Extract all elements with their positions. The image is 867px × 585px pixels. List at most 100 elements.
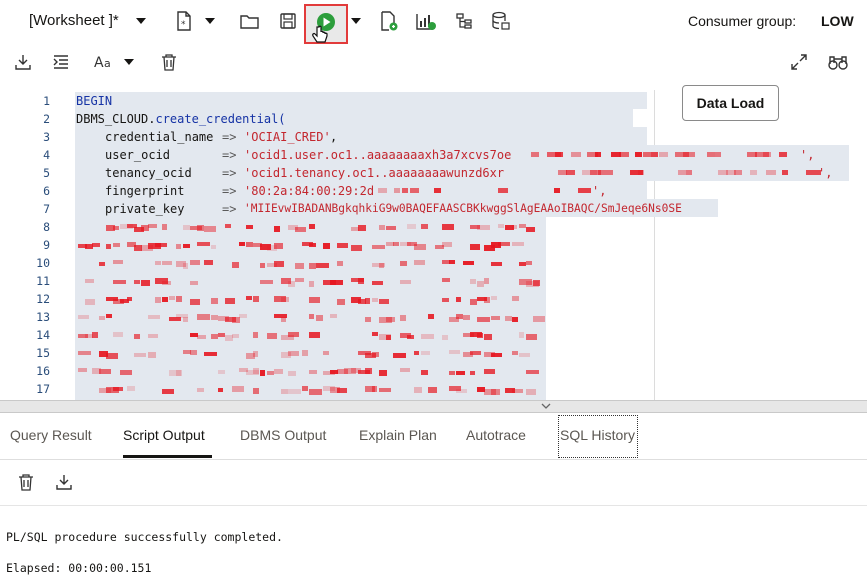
redaction-pixel [92,332,98,338]
redaction-pixel [162,281,171,285]
redaction-pixel [782,170,788,175]
redaction-pixel [239,242,245,246]
pane-splitter[interactable] [0,400,867,413]
redaction-pixel [555,152,563,157]
redaction-pixel [414,244,426,250]
clear-output-trash-icon[interactable] [15,471,37,493]
redaction-pixel [288,389,301,394]
redaction-pixel [337,261,343,266]
redaction-pixel [309,314,314,319]
redaction-pixel [99,316,105,320]
redaction-pixel [619,152,629,157]
expand-icon[interactable] [788,51,810,73]
tab-dbms-output[interactable]: DBMS Output [240,427,326,443]
redaction-pixel [365,317,371,322]
new-worksheet-icon[interactable]: * [174,10,194,32]
redaction-pixel [414,387,422,393]
redaction-pixel [491,262,502,266]
line-number: 3 [43,130,50,144]
trash-icon[interactable] [158,51,180,73]
redaction-pixel [127,386,135,391]
redaction-pixel [477,317,490,322]
explain-icon[interactable] [378,10,400,32]
redaction-pixel [281,389,288,394]
redaction-pixel [162,224,167,230]
code-line-6-value: '80:2a:84:00:29:2d [244,184,375,198]
download-icon[interactable] [12,51,34,73]
line-number: 11 [36,274,50,288]
database-icon[interactable] [490,10,512,32]
redaction-pixel [288,351,299,356]
redaction-pixel [533,280,540,286]
tree-icon[interactable] [453,10,475,32]
redaction-pixel [253,388,259,394]
redaction-pixel [578,188,591,193]
output-message: PL/SQL procedure successfully completed. [6,530,283,544]
code-editor[interactable]: 1 2 3 4 5 6 7 8 9 10 11 12 13 14 15 16 1… [0,90,867,400]
tab-autotrace[interactable]: Autotrace [466,427,526,443]
redaction-pixel [386,317,395,322]
redaction-pixel [211,245,216,249]
redaction-pixel [351,245,362,251]
redaction-pixel [651,152,658,157]
redaction-pixel [253,296,259,302]
autotrace-icon[interactable] [415,10,437,32]
redaction-pixel [484,334,492,340]
format-icon[interactable] [50,51,72,73]
redaction-pixel [407,224,416,229]
redaction-pixel [204,260,213,265]
code-function: create_credential( [155,112,286,126]
tab-script-output[interactable]: Script Output [123,427,205,443]
redaction-pixel [442,298,449,302]
font-case-icon[interactable]: Aa [93,51,115,73]
code-line-6-arrow: => [222,184,237,198]
download-output-icon[interactable] [53,471,75,493]
redaction-pixel [470,351,481,355]
redaction-pixel [337,388,347,393]
tab-explain-plan[interactable]: Explain Plan [359,427,437,443]
code-line-3-value: 'OCIAI_CRED' [244,130,331,144]
redaction-pixel [365,368,372,374]
redaction-pixel [85,279,94,283]
output-toolbar [0,459,867,506]
redaction-pixel [512,296,519,301]
redaction-pixel [400,315,406,321]
line-number: 14 [36,328,50,342]
redaction-pixel [442,278,450,282]
run-menu-chevron-down-icon[interactable] [351,18,361,24]
line-number: 2 [43,112,50,126]
redaction-pixel [309,281,314,287]
tab-query-result[interactable]: Query Result [10,427,92,443]
redaction-pixel [498,188,508,193]
worksheet-menu-chevron-down-icon[interactable] [136,18,146,24]
redaction-pixel [148,352,156,358]
redaction-pixel [393,242,399,246]
redaction-pixel [477,225,490,230]
redaction-pixel [659,152,668,157]
redaction-pixel [288,281,295,287]
redaction-pixel [402,188,408,193]
splitter-chevron-down-icon[interactable] [540,402,552,410]
code-line-4-value: 'ocid1.user.oc1..aaaaaaaaxh3a7xcvs7oe [244,148,512,162]
font-case-chevron-down-icon[interactable] [124,59,134,65]
redaction-pixel [155,261,161,265]
redaction-pixel [106,244,111,249]
redaction-pixel [295,227,306,232]
new-menu-chevron-down-icon[interactable] [205,18,215,24]
redaction-pixel [763,152,771,157]
redaction-pixel [141,280,150,286]
consumer-group-value[interactable]: LOW [821,13,854,29]
redaction-pixel [393,353,406,358]
redaction-pixel [400,368,410,372]
worksheet-title[interactable]: [Worksheet ]* [29,12,119,29]
svg-text:*: * [181,20,186,30]
line-number: 5 [43,166,50,180]
redaction-pixel [372,332,378,336]
open-icon[interactable] [239,11,261,31]
redaction-pixel [372,298,378,302]
save-icon[interactable] [277,10,299,32]
redaction-pixel [470,371,475,375]
binoculars-icon[interactable] [826,51,850,73]
redaction-pixel [288,371,296,376]
redaction-pixel [449,371,455,375]
